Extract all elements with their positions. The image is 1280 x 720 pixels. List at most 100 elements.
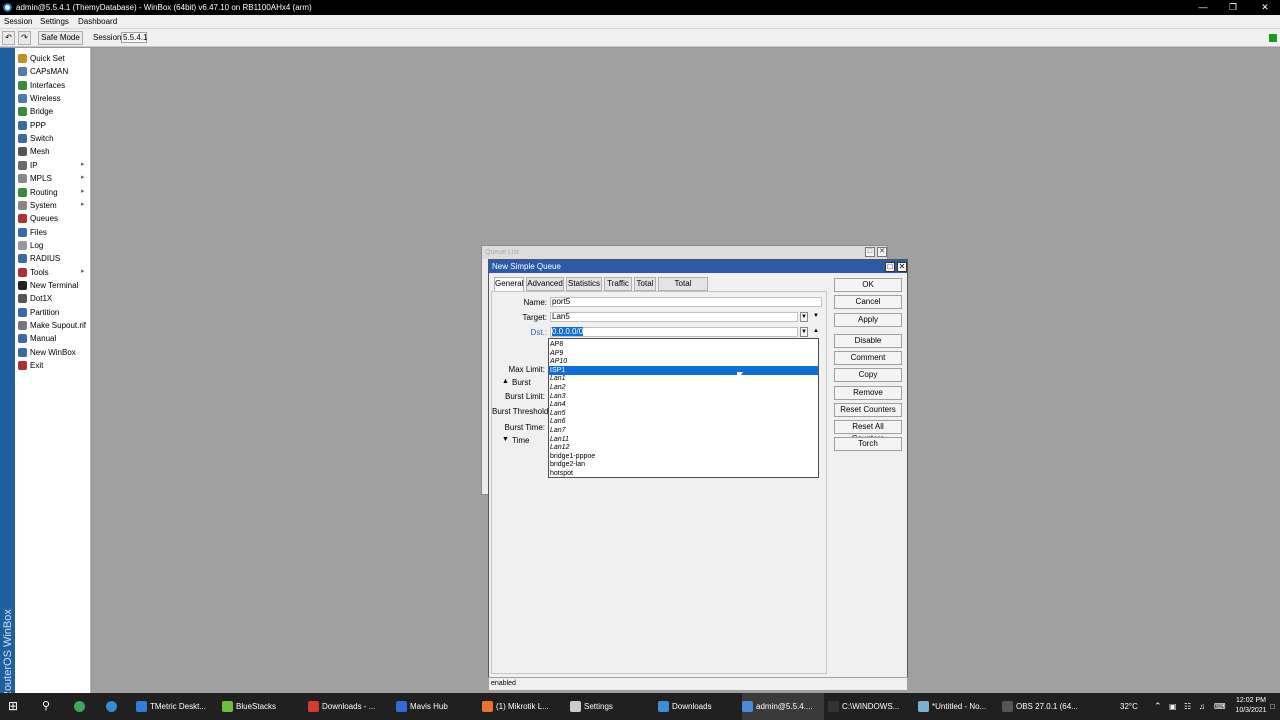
tab-total[interactable]: Total bbox=[634, 277, 656, 291]
volume-icon[interactable]: ♫ bbox=[1199, 693, 1205, 720]
dst-remove-icon[interactable]: ▲ bbox=[812, 327, 820, 337]
sidebar-item-label: Bridge bbox=[30, 107, 54, 117]
clock[interactable]: 12:02 PM 10/3/2021 bbox=[1232, 696, 1270, 716]
taskbar-app[interactable]: Downloads bbox=[658, 693, 736, 720]
sidebar-item-icon bbox=[18, 94, 27, 104]
start-button[interactable]: ⊞ bbox=[8, 693, 24, 720]
taskbar-app[interactable]: Downloads - ... bbox=[308, 693, 390, 720]
safe-mode-button[interactable]: Safe Mode bbox=[38, 31, 83, 45]
taskbar-app-icon bbox=[918, 701, 929, 712]
keyboard-icon[interactable]: ⌨ bbox=[1214, 693, 1226, 720]
undo-button[interactable]: ↶ bbox=[2, 31, 15, 45]
wifi-icon[interactable]: ☷ bbox=[1184, 693, 1191, 720]
tab-traffic[interactable]: Traffic bbox=[604, 277, 632, 291]
winbox-app-icon bbox=[3, 3, 12, 12]
cancel-button[interactable]: Cancel bbox=[834, 295, 902, 309]
search-icon[interactable]: ⚲ bbox=[42, 693, 58, 720]
target-add-icon[interactable]: ▼ bbox=[812, 312, 820, 322]
dialog-maximize-button[interactable]: □ bbox=[885, 262, 895, 272]
reset-all-counters-button[interactable]: Reset All Counters bbox=[834, 420, 902, 443]
target-dropdown-arrow[interactable]: ▼ bbox=[800, 312, 808, 322]
sidebar-item-dot1x[interactable]: Dot1X bbox=[15, 292, 91, 305]
menu-dashboard[interactable]: Dashboard bbox=[78, 17, 117, 26]
name-input[interactable]: port5 bbox=[550, 297, 822, 307]
taskbar-app[interactable]: BlueStacks bbox=[222, 693, 302, 720]
dialog-close-button[interactable]: ✕ bbox=[897, 262, 907, 272]
taskbar-app[interactable]: TMetric Deskt... bbox=[136, 693, 216, 720]
sidebar-item-icon bbox=[18, 147, 27, 157]
sidebar-item-manual[interactable]: Manual bbox=[15, 332, 91, 345]
sidebar-item-mpls[interactable]: MPLS ▸ bbox=[15, 172, 91, 185]
dst-dropdown-arrow[interactable]: ▼ bbox=[800, 327, 808, 337]
sidebar-item-log[interactable]: Log bbox=[15, 239, 91, 252]
network-icon[interactable]: ▣ bbox=[1169, 693, 1177, 720]
maximize-button[interactable]: ❐ bbox=[1218, 0, 1248, 15]
taskbar-app[interactable]: C:\WINDOWS... bbox=[828, 693, 912, 720]
dst-input[interactable]: 0.0.0.0/0 bbox=[550, 327, 798, 337]
close-window-button[interactable]: ✕ bbox=[1250, 0, 1280, 15]
sidebar-item-mesh[interactable]: Mesh bbox=[15, 145, 91, 158]
toolbar: ↶ ↷ Safe Mode Session: 5.5.4.1 bbox=[0, 29, 1280, 47]
window-title: admin@5.5.4.1 (ThemyDatabase) - WinBox (… bbox=[16, 3, 312, 12]
minimize-button[interactable]: — bbox=[1188, 0, 1218, 15]
taskbar-app-icon bbox=[482, 701, 493, 712]
redo-button[interactable]: ↷ bbox=[18, 31, 31, 45]
taskbar-app[interactable]: (1) Mikrotik L... bbox=[482, 693, 564, 720]
tab-total-statistics[interactable]: Total Statistics bbox=[658, 277, 708, 300]
remove-button[interactable]: Remove bbox=[834, 386, 902, 400]
taskbar-app[interactable]: Settings bbox=[570, 693, 650, 720]
copy-button[interactable]: Copy bbox=[834, 368, 902, 382]
tab-general[interactable]: General bbox=[494, 277, 524, 292]
sidebar-item-capsman[interactable]: CAPsMAN bbox=[15, 65, 91, 78]
taskbar-app-label: C:\WINDOWS... bbox=[842, 702, 900, 711]
taskbar-app[interactable]: admin@5.5.4.... bbox=[742, 693, 824, 720]
sidebar-item-new-winbox[interactable]: New WinBox bbox=[15, 346, 91, 359]
edge-browser-icon[interactable] bbox=[106, 693, 122, 720]
notifications-icon[interactable]: □ bbox=[1270, 693, 1275, 720]
apply-button[interactable]: Apply bbox=[834, 313, 902, 327]
sidebar-item-interfaces[interactable]: Interfaces bbox=[15, 79, 91, 92]
queue-list-close-button[interactable]: ✕ bbox=[877, 247, 887, 257]
sidebar-item-icon bbox=[18, 321, 27, 330]
reset-counters-button[interactable]: Reset Counters bbox=[834, 403, 902, 417]
dst-dropdown-list: AP8 AP9 AP10 ISP1 Lan1 Lan2 Lan3 Lan4 Lan5 Lan6 La… bbox=[548, 338, 819, 478]
sidebar-item-label: PPP bbox=[30, 120, 47, 130]
tab-statistics[interactable]: Statistics bbox=[566, 277, 602, 291]
sidebar-item-ip[interactable]: IP ▸ bbox=[15, 159, 91, 172]
comment-button[interactable]: Comment bbox=[834, 351, 902, 365]
burst-collapse-icon[interactable]: ▲ bbox=[502, 378, 509, 385]
taskbar-app[interactable]: Mavis Hub bbox=[396, 693, 476, 720]
taskbar-app[interactable]: OBS 27.0.1 (64... bbox=[1002, 693, 1082, 720]
sidebar-item-tools[interactable]: Tools ▸ bbox=[15, 266, 91, 279]
taskbar-app[interactable]: *Untitled - No... bbox=[918, 693, 1000, 720]
edge-icon[interactable] bbox=[74, 693, 90, 720]
dropdown-option[interactable]: hotspot bbox=[549, 469, 818, 478]
weather-temperature[interactable]: 32°C bbox=[1120, 693, 1138, 720]
queue-list-maximize-button[interactable]: □ bbox=[865, 247, 875, 257]
sidebar-item-bridge[interactable]: Bridge bbox=[15, 105, 91, 118]
sidebar-item-switch[interactable]: Switch bbox=[15, 132, 91, 145]
sidebar-item-exit[interactable]: Exit bbox=[15, 359, 91, 372]
sidebar-item-make-supout-rif[interactable]: Make Supout.rif bbox=[15, 319, 91, 332]
sidebar-item-label: MPLS bbox=[30, 174, 52, 184]
sidebar-item-files[interactable]: Files bbox=[15, 226, 91, 239]
sidebar-item-system[interactable]: System ▸ bbox=[15, 199, 91, 212]
target-input[interactable]: Lan5 bbox=[550, 312, 798, 322]
sidebar-item-ppp[interactable]: PPP bbox=[15, 119, 91, 132]
sidebar-item-quick-set[interactable]: Quick Set bbox=[15, 52, 91, 65]
menu-settings[interactable]: Settings bbox=[40, 17, 69, 26]
disable-button[interactable]: Disable bbox=[834, 334, 902, 348]
sidebar-item-wireless[interactable]: Wireless bbox=[15, 92, 91, 105]
taskbar-app-label: Downloads bbox=[672, 702, 712, 711]
sidebar-item-new-terminal[interactable]: New Terminal bbox=[15, 279, 91, 292]
tab-advanced[interactable]: Advanced bbox=[526, 277, 564, 291]
torch-button[interactable]: Torch bbox=[834, 437, 902, 451]
sidebar-item-routing[interactable]: Routing ▸ bbox=[15, 186, 91, 199]
ok-button[interactable]: OK bbox=[834, 278, 902, 292]
sidebar-item-partition[interactable]: Partition bbox=[15, 306, 91, 319]
tray-chevron-icon[interactable]: ⌃ bbox=[1154, 693, 1162, 720]
sidebar-item-radius[interactable]: RADIUS bbox=[15, 252, 91, 265]
time-collapse-icon[interactable]: ▼ bbox=[502, 436, 509, 443]
sidebar-item-queues[interactable]: Queues bbox=[15, 212, 91, 225]
menu-session[interactable]: Session bbox=[4, 17, 32, 26]
